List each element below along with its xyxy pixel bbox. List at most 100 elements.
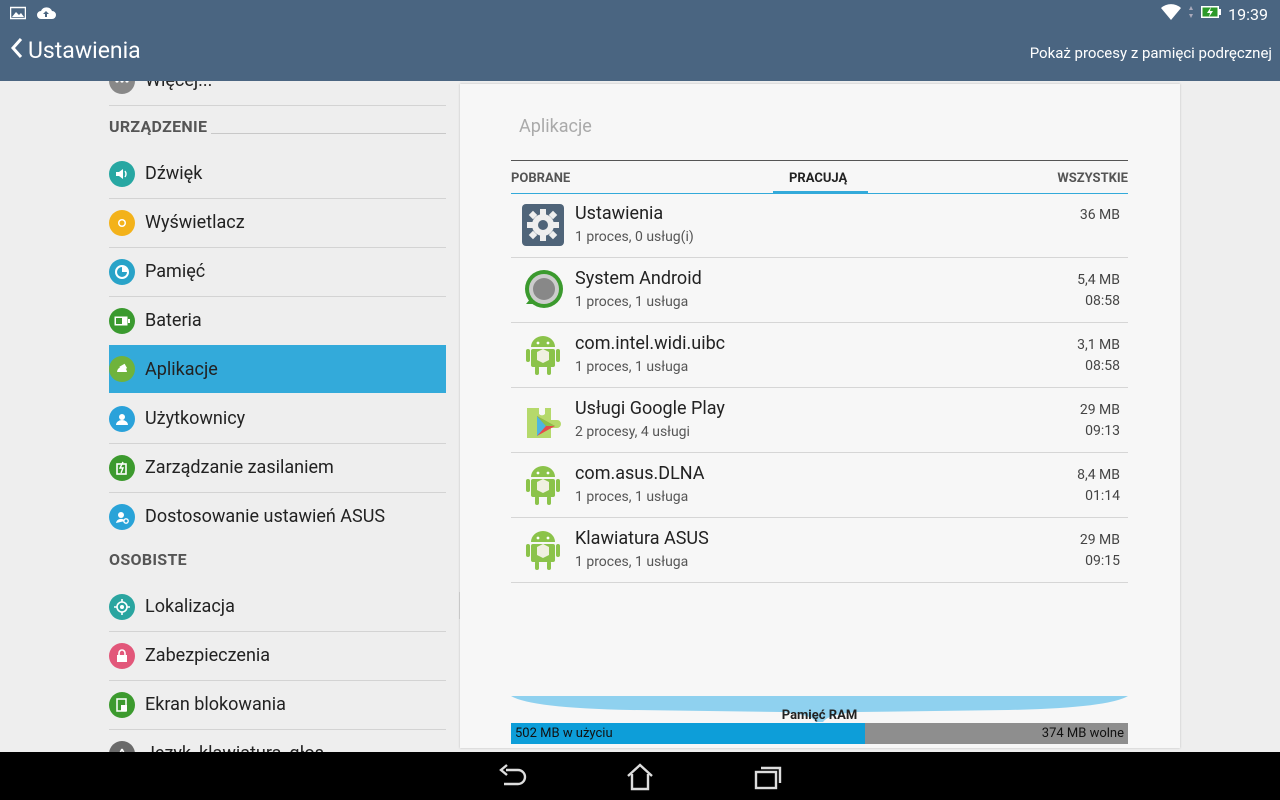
battery-charging-icon [1200, 4, 1222, 24]
user-icon [109, 405, 135, 432]
app-memory: 36 MB [1079, 207, 1120, 223]
settings-item-display[interactable]: Wyświetlacz [109, 198, 446, 248]
app-memory: 3,1 MB [1077, 337, 1120, 353]
tab-running[interactable]: PRACUJĄ [789, 171, 847, 186]
nav-recents-button[interactable] [752, 762, 784, 792]
panel-title: Aplikacje [519, 116, 592, 137]
settings-item-label: Ekran blokowania [145, 694, 286, 715]
language-icon [109, 740, 135, 752]
app-row-system-android[interactable]: System Android 1 proces, 1 usługa 5,4 MB… [511, 258, 1128, 323]
app-name: System Android [575, 268, 702, 289]
settings-gear-icon [521, 203, 565, 247]
app-memory: 8,4 MB [1077, 467, 1120, 483]
status-bar: 19:39 [0, 0, 1280, 26]
apps-panel: Aplikacje POBRANE PRACUJĄ WSZYSTKIE Usta… [460, 84, 1180, 748]
app-name: Ustawienia [575, 203, 664, 224]
page-title: Ustawienia [28, 36, 141, 64]
app-name: Klawiatura ASUS [575, 528, 709, 549]
ram-usage-meter: Pamięć RAM 502 MB w użyciu 374 MB wolne [511, 692, 1128, 744]
tab-downloaded[interactable]: POBRANE [511, 171, 570, 186]
divider [211, 133, 446, 134]
back-button[interactable]: Ustawienia [10, 36, 141, 64]
asus-customize-icon [109, 503, 135, 530]
section-header-personal: OSOBISTE [109, 539, 446, 569]
app-row-asus-dlna[interactable]: com.asus.DLNA 1 proces, 1 usługa 8,4 MB … [511, 453, 1128, 518]
app-row-google-play-services[interactable]: Usługi Google Play 2 procesy, 4 usługi 2… [511, 388, 1128, 453]
app-row-intel-widi[interactable]: com.intel.widi.uibc 1 proces, 1 usługa 3… [511, 323, 1128, 388]
settings-item-label: Wyświetlacz [145, 212, 245, 233]
brightness-icon [109, 209, 135, 236]
back-arrow-icon [499, 764, 527, 786]
app-process-info: 1 proces, 1 usługa [575, 359, 689, 375]
ram-used-label: 502 MB w użyciu [515, 726, 613, 741]
settings-item-location[interactable]: Lokalizacja Wł [109, 582, 460, 632]
recent-apps-icon [754, 766, 782, 790]
navigation-bar [0, 752, 1280, 800]
tab-all[interactable]: WSZYSTKIE [1057, 171, 1128, 186]
ram-title: Pamięć RAM [781, 708, 858, 723]
chevron-left-icon [10, 36, 24, 64]
settings-item-label: Dostosowanie ustawień ASUS [145, 506, 386, 527]
settings-item-label: Zarządzanie zasilaniem [145, 457, 334, 478]
app-runtime: 08:58 [1085, 293, 1120, 309]
app-process-info: 1 proces, 1 usługa [575, 489, 689, 505]
app-process-info: 1 proces, 1 usługa [575, 294, 689, 310]
settings-item-more[interactable]: Więcej... [109, 81, 446, 106]
android-robot-icon [521, 528, 565, 572]
app-row-settings[interactable]: Ustawienia 1 proces, 0 usług(i) 36 MB [511, 193, 1128, 258]
home-icon [627, 763, 653, 791]
settings-item-language[interactable]: Język, klawiatura, głos [109, 729, 446, 752]
speaker-icon [109, 160, 135, 187]
more-icon [109, 81, 135, 94]
android-system-icon [521, 268, 565, 312]
app-memory: 29 MB [1079, 402, 1120, 418]
settings-item-asus-customization[interactable]: Dostosowanie ustawień ASUS [109, 492, 446, 541]
ram-free-label: 374 MB wolne [1041, 726, 1124, 741]
app-memory: 29 MB [1079, 532, 1120, 548]
app-process-info: 1 proces, 0 usług(i) [575, 229, 694, 245]
settings-item-label: Użytkownicy [145, 408, 246, 429]
app-runtime: 09:15 [1085, 553, 1120, 569]
android-robot-icon [521, 463, 565, 507]
app-row-asus-keyboard[interactable]: Klawiatura ASUS 1 proces, 1 usługa 29 MB… [511, 518, 1128, 583]
google-play-services-icon [521, 398, 565, 442]
lock-icon [109, 642, 135, 669]
section-header-device: URZĄDZENIE [109, 106, 446, 136]
settings-item-battery[interactable]: Bateria [109, 296, 446, 346]
nav-back-button[interactable] [496, 762, 528, 792]
settings-item-label: Zabezpieczenia [145, 645, 271, 666]
power-management-icon [109, 454, 135, 481]
settings-item-label: Pamięć [145, 261, 206, 282]
settings-item-power-management[interactable]: Zarządzanie zasilaniem [109, 443, 446, 493]
settings-item-label: Dźwięk [145, 163, 203, 184]
section-title: URZĄDZENIE [109, 117, 212, 136]
app-name: com.asus.DLNA [575, 463, 705, 484]
storage-pie-icon [109, 258, 135, 285]
app-runtime: 08:58 [1085, 358, 1120, 374]
settings-list[interactable]: Więcej... URZĄDZENIE Dźwięk Wyświetlacz … [0, 81, 460, 752]
settings-item-storage[interactable]: Pamięć [109, 247, 446, 297]
settings-item-apps[interactable]: Aplikacje [109, 345, 446, 393]
action-bar: Ustawienia Pokaż procesy z pamięci podrę… [0, 26, 1280, 81]
app-process-info: 1 proces, 1 usługa [575, 554, 689, 570]
app-memory: 5,4 MB [1077, 272, 1120, 288]
ram-bar: 502 MB w użyciu 374 MB wolne [511, 723, 1128, 744]
android-apps-icon [109, 356, 135, 382]
settings-item-lock-screen[interactable]: Ekran blokowania [109, 680, 446, 730]
lock-screen-icon [109, 691, 135, 718]
show-cached-processes-button[interactable]: Pokaż procesy z pamięci podręcznej [1030, 44, 1272, 62]
battery-icon [109, 307, 135, 334]
nav-home-button[interactable] [624, 762, 656, 792]
section-title: OSOBISTE [109, 550, 191, 569]
cloud-upload-icon [36, 5, 56, 24]
location-crosshair-icon [109, 593, 135, 620]
settings-item-security[interactable]: Zabezpieczenia [109, 631, 446, 681]
android-robot-icon [521, 333, 565, 377]
settings-item-label: Lokalizacja [145, 596, 235, 617]
settings-item-sound[interactable]: Dźwięk [109, 149, 446, 199]
app-name: Usługi Google Play [575, 398, 725, 419]
clock: 19:39 [1228, 4, 1268, 24]
settings-item-label: Język, klawiatura, głos [145, 743, 324, 752]
settings-item-users[interactable]: Użytkownicy [109, 394, 446, 444]
app-runtime: 09:13 [1085, 423, 1120, 439]
